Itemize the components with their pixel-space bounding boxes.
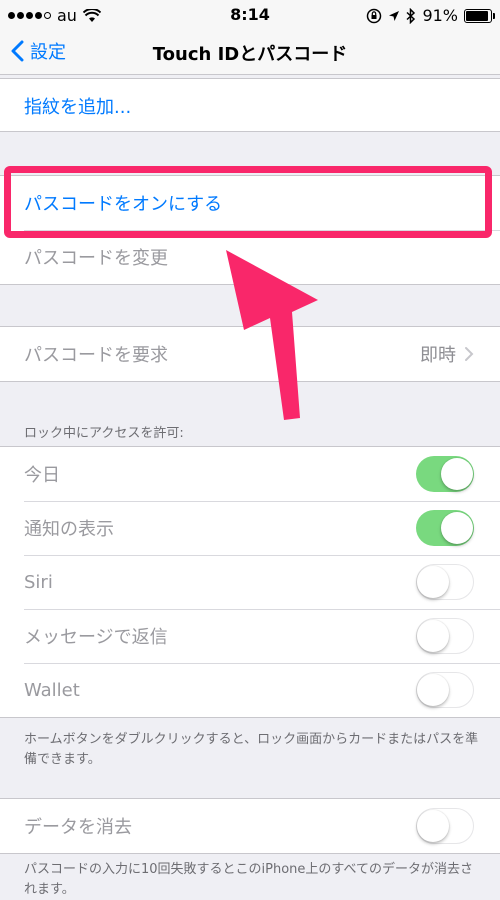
- lock-access-group: 今日通知の表示 Siri メッセージで返信 Wallet: [0, 446, 500, 718]
- orientation-lock-icon: [367, 8, 382, 23]
- lock-access-toggle[interactable]: [416, 564, 474, 600]
- lock-access-row: 通知の表示: [0, 501, 500, 555]
- lock-access-toggle[interactable]: [416, 618, 474, 654]
- lock-access-label: Wallet: [24, 679, 80, 701]
- lock-access-row: Wallet: [0, 663, 500, 717]
- location-icon: [389, 10, 400, 21]
- page-title: Touch IDとパスコード: [152, 44, 348, 65]
- chevron-right-icon: [465, 347, 474, 361]
- erase-data-label: データを消去: [24, 817, 132, 838]
- require-passcode-group: パスコードを要求 即時: [0, 326, 500, 382]
- lock-access-toggle[interactable]: [416, 456, 474, 492]
- require-passcode-row[interactable]: パスコードを要求 即時: [0, 327, 500, 381]
- erase-data-toggle[interactable]: [416, 808, 474, 844]
- erase-data-row: データを消去: [0, 799, 500, 853]
- navigation-bar: 設定 Touch IDとパスコード: [0, 30, 500, 75]
- lock-access-row: Siri: [0, 555, 500, 609]
- erase-data-footer: パスコードの入力に10回失敗するとこのiPhone上のすべてのデータが消去されま…: [24, 862, 473, 897]
- lock-access-toggle[interactable]: [416, 510, 474, 546]
- lock-access-footer: ホームボタンをダブルクリックすると、ロック画面からカードまたはパスを準備できます…: [24, 732, 479, 767]
- require-passcode-value: 即時: [420, 345, 456, 366]
- status-right: 91%: [366, 6, 495, 25]
- battery-icon: [464, 8, 495, 23]
- change-passcode-label: パスコードを変更: [24, 248, 168, 269]
- fingerprint-group: 指紋を追加...: [0, 78, 500, 132]
- lock-access-toggle[interactable]: [416, 672, 474, 708]
- lock-access-label: メッセージで返信: [24, 627, 168, 648]
- bluetooth-icon: [406, 7, 416, 24]
- add-fingerprint-row[interactable]: 指紋を追加...: [0, 79, 500, 133]
- status-bar: au 8:14 91%: [0, 0, 500, 30]
- turn-passcode-on-label: パスコードをオンにする: [24, 194, 223, 215]
- add-fingerprint-label: 指紋を追加...: [24, 97, 132, 118]
- lock-access-label: Siri: [24, 571, 53, 593]
- change-passcode-row: パスコードを変更: [0, 230, 500, 284]
- battery-percent: 91%: [422, 6, 458, 25]
- erase-data-group: データを消去: [0, 798, 500, 854]
- turn-passcode-on-row[interactable]: パスコードをオンにする: [0, 176, 500, 230]
- require-passcode-label: パスコードを要求: [24, 345, 168, 366]
- lock-access-row: 今日: [0, 447, 500, 501]
- passcode-group: パスコードをオンにする パスコードを変更: [0, 175, 500, 285]
- lock-access-label: 通知の表示: [24, 519, 114, 540]
- lock-access-row: メッセージで返信: [0, 609, 500, 663]
- lock-access-header: ロック中にアクセスを許可:: [24, 426, 184, 441]
- lock-access-label: 今日: [24, 465, 60, 486]
